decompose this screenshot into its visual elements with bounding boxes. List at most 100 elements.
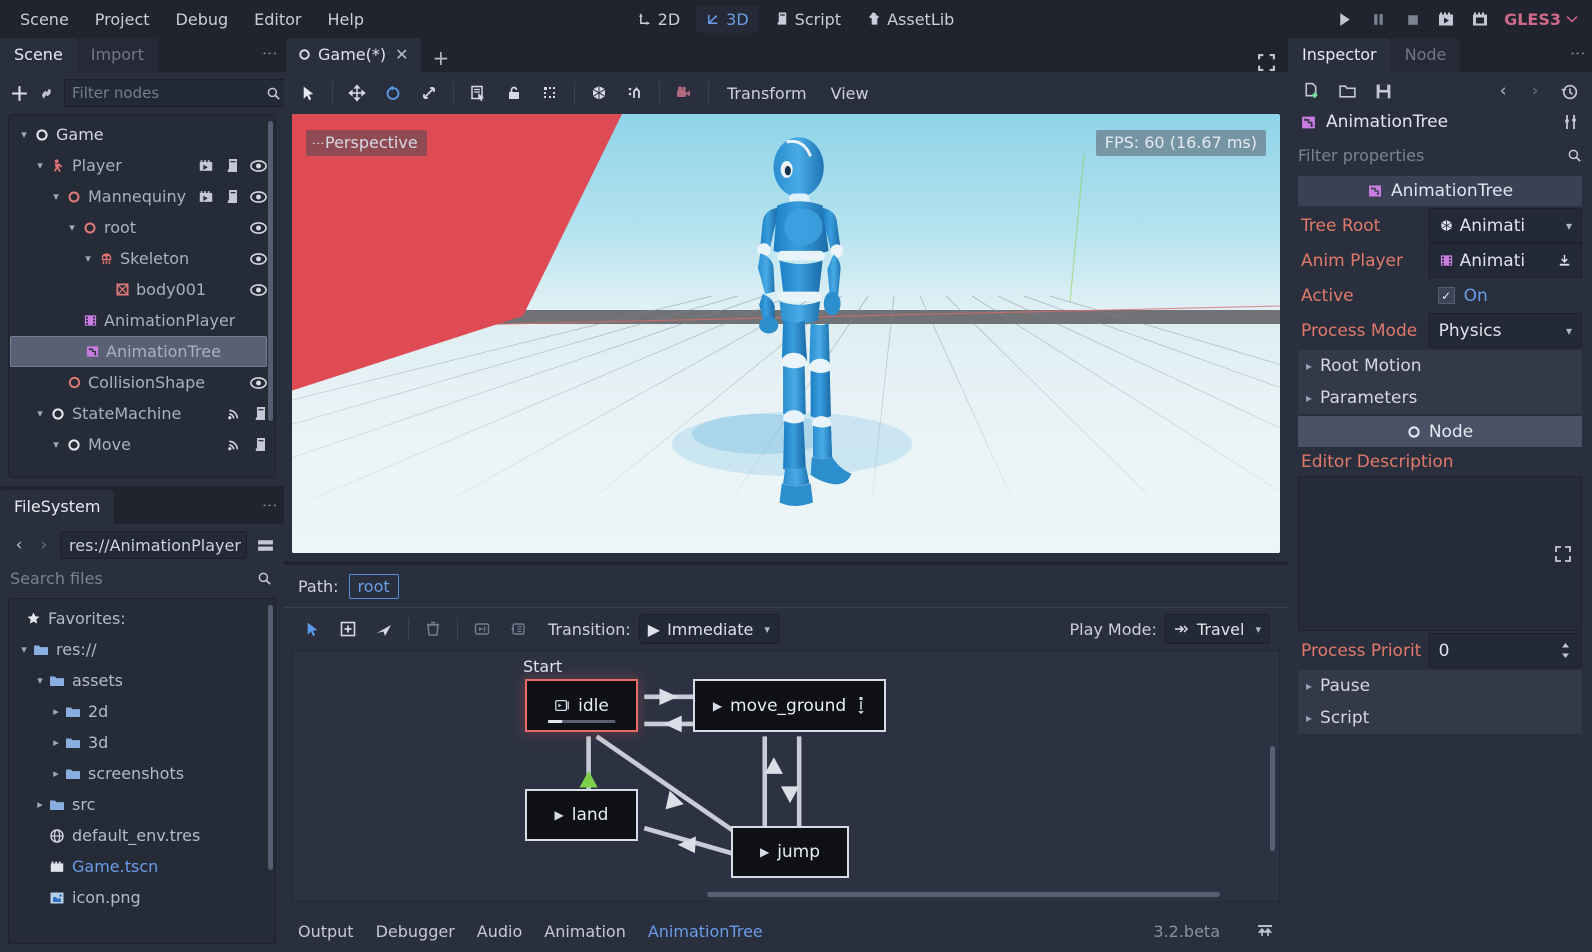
list-select-icon[interactable] bbox=[463, 78, 493, 108]
filter-properties-input[interactable] bbox=[1298, 146, 1567, 165]
mode-script-button[interactable]: Script bbox=[765, 6, 851, 33]
search-files-field[interactable] bbox=[8, 564, 276, 592]
scene-tab-game[interactable]: Game(*) ✕ bbox=[286, 38, 421, 72]
pause-icon[interactable] bbox=[1368, 9, 1388, 29]
tree-row[interactable]: ▾ root bbox=[9, 212, 275, 243]
new-resource-icon[interactable] bbox=[1300, 80, 1322, 102]
history-next-icon[interactable]: › bbox=[1526, 80, 1544, 102]
menu-scene[interactable]: Scene bbox=[8, 6, 81, 33]
chevron-right-icon[interactable]: ▸ bbox=[1306, 679, 1312, 693]
property-value-dropdown[interactable]: Animati ▾ bbox=[1429, 208, 1582, 243]
transition-mode-select[interactable]: ▶ Immediate ▾ bbox=[639, 614, 779, 644]
tree-row[interactable]: ▾ Skeleton bbox=[9, 243, 275, 274]
chevron-down-icon[interactable]: ▾ bbox=[33, 407, 47, 420]
save-resource-icon[interactable] bbox=[1372, 80, 1394, 102]
scale-icon[interactable] bbox=[414, 78, 444, 108]
perspective-label[interactable]: ⋮ Perspective bbox=[306, 130, 427, 156]
open-resource-icon[interactable] bbox=[1336, 80, 1358, 102]
section-parameters[interactable]: ▸ Parameters bbox=[1298, 382, 1582, 414]
tab-import[interactable]: Import bbox=[77, 38, 158, 72]
bottom-tab-audio[interactable]: Audio bbox=[477, 922, 522, 941]
graph-vertical-scrollbar[interactable] bbox=[1270, 746, 1275, 851]
menu-debug[interactable]: Debug bbox=[164, 6, 241, 33]
instance-scene-icon[interactable] bbox=[37, 82, 56, 104]
expand-editor-icon[interactable] bbox=[1554, 545, 1572, 563]
tab-inspector[interactable]: Inspector bbox=[1288, 38, 1391, 72]
search-files-input[interactable] bbox=[10, 569, 257, 588]
close-icon[interactable]: ✕ bbox=[393, 45, 410, 64]
visibility-icon[interactable] bbox=[250, 190, 267, 204]
signal-icon[interactable] bbox=[226, 437, 242, 452]
filesystem-scrollbar[interactable] bbox=[268, 605, 273, 870]
chevron-right-icon[interactable]: ▸ bbox=[49, 767, 63, 780]
visibility-icon[interactable] bbox=[250, 376, 267, 390]
select-tool-icon[interactable] bbox=[297, 614, 327, 644]
menu-project[interactable]: Project bbox=[83, 6, 162, 33]
scene-icon[interactable] bbox=[198, 189, 214, 204]
menu-help[interactable]: Help bbox=[316, 6, 376, 33]
split-mode-icon[interactable] bbox=[254, 534, 276, 556]
section-pause[interactable]: ▸ Pause bbox=[1298, 670, 1582, 702]
filter-properties-field[interactable] bbox=[1298, 140, 1582, 170]
select-icon[interactable] bbox=[293, 78, 323, 108]
tab-node[interactable]: Node bbox=[1391, 38, 1461, 72]
chevron-right-icon[interactable]: ▸ bbox=[1306, 359, 1312, 373]
visibility-icon[interactable] bbox=[250, 221, 267, 235]
tree-row[interactable]: ▾ StateMachine bbox=[9, 398, 275, 429]
list-item[interactable]: ▾ res:// bbox=[9, 634, 275, 665]
visibility-icon[interactable] bbox=[250, 252, 267, 266]
play-scene-icon[interactable] bbox=[1436, 9, 1456, 29]
expand-bottom-icon[interactable] bbox=[1256, 924, 1274, 938]
list-item[interactable]: ▸ 3d bbox=[9, 727, 275, 758]
scene-tree-scrollbar[interactable] bbox=[268, 121, 273, 421]
nav-forward-icon[interactable]: › bbox=[35, 534, 53, 556]
filesystem-dock-menu-icon[interactable]: ⋮ bbox=[266, 498, 274, 513]
mode-3d-button[interactable]: 3D bbox=[696, 6, 759, 33]
chevron-right-icon[interactable]: ▸ bbox=[1306, 391, 1312, 405]
camera-preview-icon[interactable] bbox=[669, 78, 699, 108]
state-node-jump[interactable]: ▶ jump bbox=[731, 826, 849, 878]
view-menu[interactable]: View bbox=[819, 80, 881, 107]
state-node-idle[interactable]: idle bbox=[525, 679, 638, 732]
list-item[interactable]: Game.tscn bbox=[9, 851, 275, 882]
filter-nodes-input[interactable] bbox=[72, 84, 266, 102]
tab-filesystem[interactable]: FileSystem bbox=[0, 490, 114, 524]
state-machine-graph[interactable]: Start idle ▶ move_ground bbox=[292, 650, 1280, 902]
autoplay-icon[interactable] bbox=[467, 614, 497, 644]
bottom-tab-output[interactable]: Output bbox=[298, 922, 354, 941]
list-item[interactable]: ▸ 2d bbox=[9, 696, 275, 727]
local-space-icon[interactable] bbox=[584, 78, 614, 108]
chevron-down-icon[interactable]: ▾ bbox=[33, 159, 47, 172]
visibility-icon[interactable] bbox=[250, 283, 267, 297]
state-node-move-ground[interactable]: ▶ move_ground bbox=[693, 679, 886, 732]
bottom-tab-debugger[interactable]: Debugger bbox=[376, 922, 455, 941]
list-item[interactable]: Favorites: bbox=[9, 603, 275, 634]
chevron-down-icon[interactable]: ▾ bbox=[17, 128, 31, 141]
tree-row[interactable]: body001 bbox=[9, 274, 275, 305]
chevron-down-icon[interactable]: ▾ bbox=[81, 252, 95, 265]
tree-row[interactable]: AnimationPlayer bbox=[9, 305, 275, 336]
property-value-dropdown[interactable]: Physics ▾ bbox=[1429, 313, 1582, 348]
script-icon[interactable] bbox=[225, 158, 239, 174]
state-node-land[interactable]: ▶ land bbox=[525, 789, 638, 841]
stop-icon[interactable] bbox=[1402, 9, 1422, 29]
assign-node-icon[interactable] bbox=[1557, 253, 1572, 268]
graph-horizontal-scrollbar[interactable] bbox=[707, 892, 1220, 897]
script-icon[interactable] bbox=[253, 437, 267, 453]
chevron-down-icon[interactable]: ▾ bbox=[49, 438, 63, 451]
chevron-down-icon[interactable]: ▾ bbox=[65, 221, 79, 234]
section-root-motion[interactable]: ▸ Root Motion bbox=[1298, 350, 1582, 382]
menu-editor[interactable]: Editor bbox=[242, 6, 313, 33]
new-scene-tab-button[interactable]: + bbox=[421, 44, 462, 72]
list-item[interactable]: icon.png bbox=[9, 882, 275, 913]
connect-icon[interactable] bbox=[369, 614, 399, 644]
lock-icon[interactable] bbox=[499, 78, 529, 108]
scene-tree[interactable]: ▾ Game ▾ Player bbox=[8, 114, 276, 478]
bottom-tab-animationtree[interactable]: AnimationTree bbox=[648, 922, 763, 941]
snap-icon[interactable] bbox=[620, 78, 650, 108]
chevron-right-icon[interactable]: ▸ bbox=[33, 798, 47, 811]
tree-row[interactable]: ▾ Move bbox=[9, 429, 275, 460]
tab-scene[interactable]: Scene bbox=[0, 38, 77, 72]
distraction-free-icon[interactable] bbox=[1257, 53, 1288, 72]
renderer-selector[interactable]: GLES3 bbox=[1504, 10, 1578, 29]
